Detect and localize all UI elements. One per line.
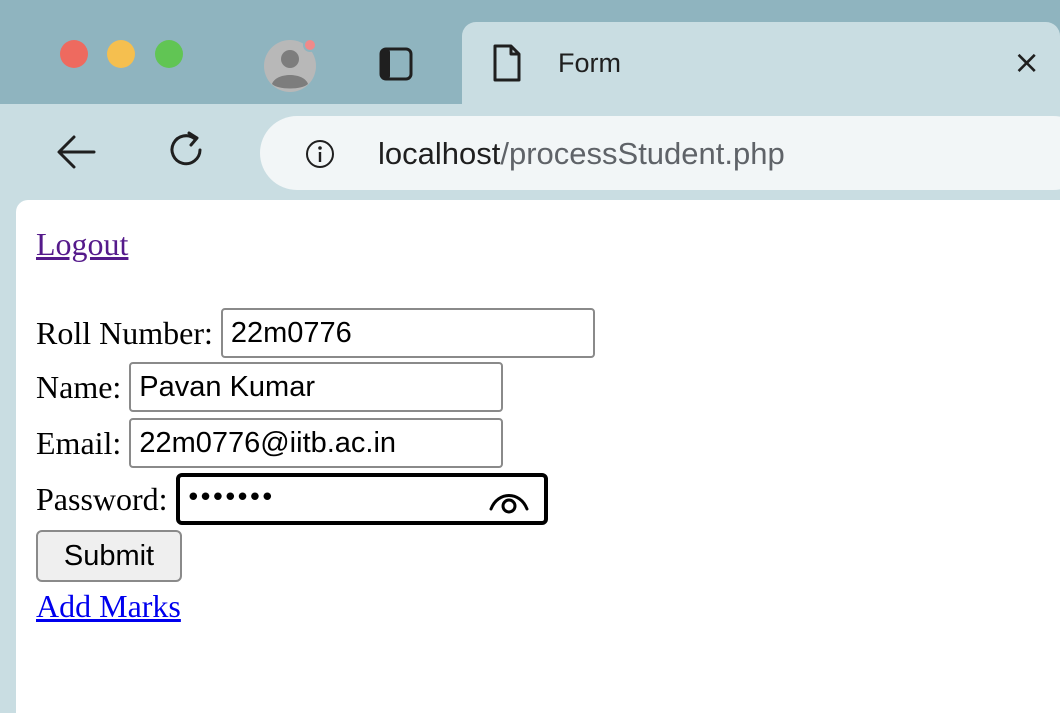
url-host: localhost [378,136,501,171]
profile-avatar-icon[interactable] [262,38,318,94]
url-path: /processStudent.php [500,136,785,171]
browser-window: Form × localhost/processStudent.php Logo… [0,0,1060,713]
browser-toolbar: localhost/processStudent.php [0,104,1060,200]
arrow-left-icon[interactable] [54,132,98,172]
email-input[interactable]: 22m0776@iitb.ac.in [129,418,504,468]
minimize-window-button[interactable] [107,40,135,68]
submit-button[interactable]: Submit [36,530,182,582]
document-icon [493,44,521,82]
add-marks-link[interactable]: Add Marks [36,588,181,625]
tab-overview-icon[interactable] [378,46,414,82]
password-row: Password: ••••••• [36,472,548,526]
close-tab-button[interactable]: × [1013,46,1040,78]
name-input[interactable]: Pavan Kumar [129,362,504,412]
password-input[interactable]: ••••••• [175,473,548,525]
tab-form[interactable]: Form × [462,22,1060,104]
roll-number-row: Roll Number: 22m0776 [36,306,595,360]
reload-icon[interactable] [164,128,208,172]
name-row: Name: Pavan Kumar [36,360,504,414]
zoom-window-button[interactable] [155,40,183,68]
logout-link[interactable]: Logout [36,226,128,263]
page-content: Logout Roll Number: 22m0776 Name: Pavan … [16,200,1060,713]
name-label: Name: [36,368,122,405]
close-window-button[interactable] [60,40,88,68]
tab-title: Form [558,48,621,78]
roll-number-label: Roll Number: [36,314,213,351]
password-mask: ••••••• [185,483,275,513]
password-label: Password: [36,480,168,517]
email-label: Email: [36,424,122,461]
address-url[interactable]: localhost/processStudent.php [378,136,785,172]
info-icon[interactable] [304,138,336,170]
roll-number-input[interactable]: 22m0776 [220,308,595,358]
eye-icon[interactable] [488,487,530,515]
address-bar[interactable]: localhost/processStudent.php [260,116,1060,190]
email-row: Email: 22m0776@iitb.ac.in [36,416,504,470]
tab-strip: Form × [0,0,1060,104]
